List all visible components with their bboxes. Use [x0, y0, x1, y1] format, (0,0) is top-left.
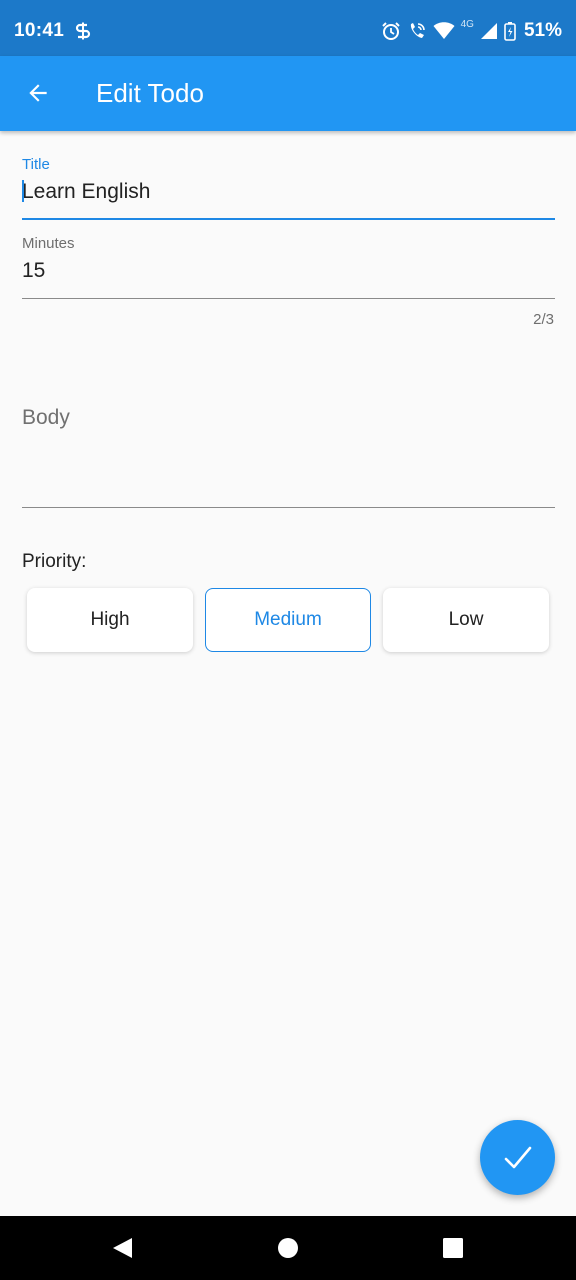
nav-recents-button[interactable] [441, 1236, 465, 1260]
cell-signal-icon [480, 23, 497, 39]
arrow-back-icon [29, 84, 47, 102]
network-type-label: 4G [460, 18, 474, 30]
square-recents-icon [443, 1238, 463, 1258]
wifi-icon [433, 22, 455, 39]
priority-high-button[interactable]: High [27, 588, 193, 652]
minutes-input[interactable]: 15 [22, 259, 45, 283]
title-field[interactable]: Title Learn English [22, 150, 555, 222]
alarm-icon [381, 22, 400, 40]
triangle-back-icon [113, 1238, 132, 1258]
minutes-underline [22, 298, 555, 299]
text-cursor [22, 180, 24, 202]
back-button[interactable] [14, 69, 62, 117]
nav-home-button[interactable] [276, 1236, 300, 1260]
priority-label: Priority: [22, 551, 87, 572]
body-field[interactable] [22, 380, 555, 510]
status-time: 10:41 [14, 20, 65, 41]
priority-low-button[interactable]: Low [383, 588, 549, 652]
title-label: Title [22, 156, 50, 173]
app-bar: Edit Todo [0, 56, 576, 131]
page-title: Edit Todo [96, 78, 204, 108]
nav-back-button[interactable] [110, 1236, 134, 1260]
status-icons: 4G 51% [381, 18, 562, 44]
body-underline [22, 507, 555, 508]
minutes-field[interactable]: Minutes 15 [22, 229, 555, 301]
system-nav-bar [0, 1216, 576, 1280]
minutes-counter: 2/3 [533, 311, 554, 328]
status-bar: 10:41 4G 51% [0, 0, 576, 56]
body-input[interactable]: Body [22, 406, 70, 430]
save-fab-button[interactable] [480, 1120, 555, 1195]
sync-app-icon [75, 22, 91, 40]
battery-charging-icon [504, 22, 516, 41]
wifi-call-icon [410, 23, 425, 38]
title-input[interactable]: Learn English [22, 180, 150, 204]
priority-medium-button[interactable]: Medium [205, 588, 371, 652]
check-icon [504, 1146, 531, 1168]
battery-percent: 51% [523, 20, 562, 41]
title-underline [22, 218, 555, 220]
minutes-label: Minutes [22, 235, 75, 252]
circle-home-icon [278, 1238, 298, 1258]
